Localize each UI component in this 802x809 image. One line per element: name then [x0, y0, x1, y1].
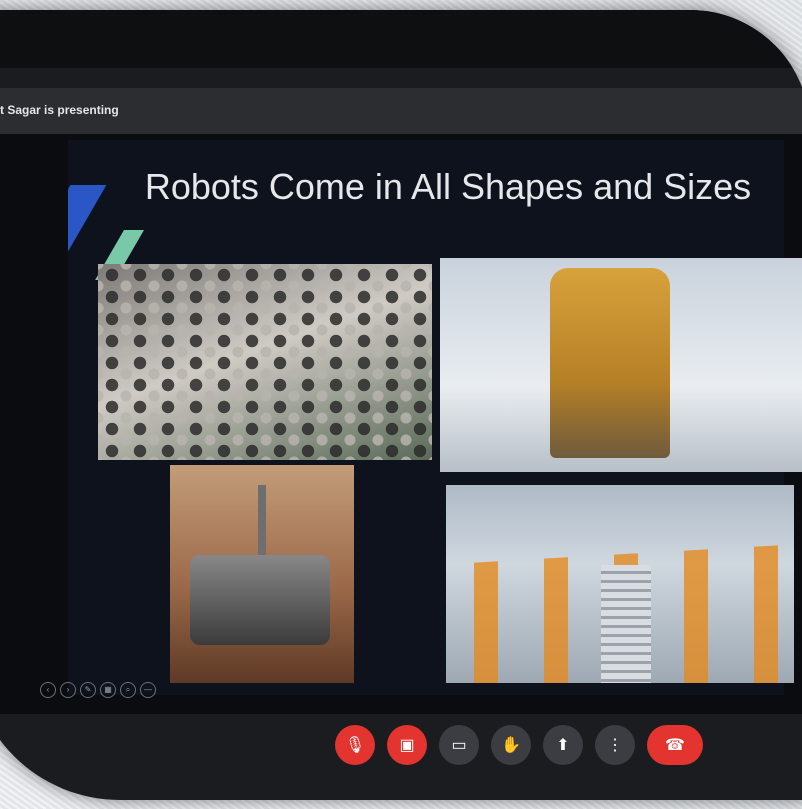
- swarm-robots-pattern: [98, 264, 432, 460]
- camera-off-button[interactable]: ▣: [387, 725, 427, 765]
- more-options-button[interactable]: ⋮: [595, 725, 635, 765]
- call-controls: 🎙 ▣ ▭ ✋ ⬆ ⋮ ☎: [335, 725, 703, 765]
- phone-hangup-icon: ☎: [665, 737, 685, 754]
- slides-grid-icon[interactable]: ▦: [100, 682, 116, 698]
- giant-robot-photo: [440, 258, 802, 472]
- more-vert-icon: ⋮: [607, 737, 623, 754]
- pen-icon[interactable]: ✎: [80, 682, 96, 698]
- zoom-icon[interactable]: ⌕: [120, 682, 136, 698]
- slide-nav-controls: ‹ › ✎ ▦ ⌕ —: [40, 682, 156, 698]
- present-screen-button[interactable]: ⬆: [543, 725, 583, 765]
- presenting-banner: t Sagar is presenting: [0, 88, 802, 134]
- swarm-robots-photo: [98, 264, 432, 460]
- mars-rover-photo: [170, 465, 354, 683]
- raise-hand-button[interactable]: ✋: [491, 725, 531, 765]
- prev-slide-icon[interactable]: ‹: [40, 682, 56, 698]
- present-icon: ⬆: [556, 737, 570, 754]
- rover-figure: [190, 555, 330, 645]
- captions-button[interactable]: ▭: [439, 725, 479, 765]
- next-slide-icon[interactable]: ›: [60, 682, 76, 698]
- slide: Robots Come in All Shapes and Sizes: [68, 140, 802, 695]
- more-options-icon[interactable]: —: [140, 682, 156, 698]
- industrial-robots-photo: [446, 485, 794, 683]
- end-call-button[interactable]: ☎: [647, 725, 703, 765]
- mute-mic-button[interactable]: 🎙: [335, 725, 375, 765]
- conveyor-belt: [601, 565, 651, 683]
- slide-title: Robots Come in All Shapes and Sizes: [144, 166, 752, 207]
- camera-off-icon: ▣: [399, 737, 415, 754]
- top-bar: [0, 10, 802, 68]
- giant-mech-figure: [550, 268, 670, 458]
- mic-off-icon: 🎙: [344, 737, 366, 754]
- presenting-label: t Sagar is presenting: [0, 103, 119, 117]
- hand-icon: ✋: [501, 737, 521, 754]
- captions-icon: ▭: [451, 737, 467, 754]
